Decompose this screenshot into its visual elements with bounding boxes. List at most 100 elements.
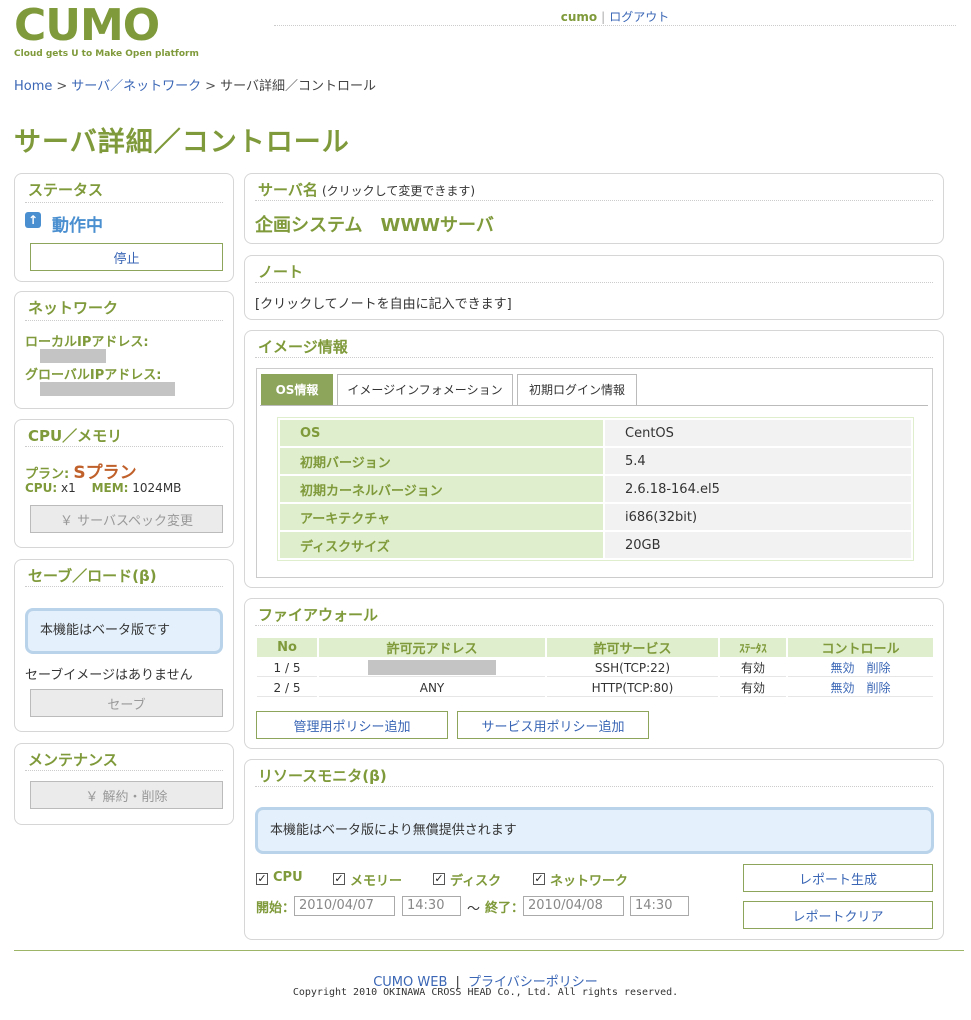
end-label: 終了： <box>485 901 525 916</box>
cpu-memory-panel: CPU／メモリ プラン: Sプラン CPU: x1 MEM: 1024MB ￥ … <box>14 419 234 548</box>
cpu-value: x1 <box>60 481 76 495</box>
rule-source: ANY <box>319 679 545 697</box>
source-masked <box>368 660 496 675</box>
status-state: 動作中 <box>52 216 103 236</box>
disable-link[interactable]: 無効 <box>830 681 854 695</box>
local-ip-masked <box>40 349 106 363</box>
start-date-input[interactable]: 2010/04/07 <box>294 896 395 916</box>
save-load-panel: セーブ／ロード(β) 本機能はベータ版です セーブイメージはありません セーブ <box>14 559 234 732</box>
server-name-title: サーバ名 <box>258 181 318 199</box>
rule-service: HTTP(TCP:80) <box>547 679 718 697</box>
stop-button[interactable]: 停止 <box>30 243 223 271</box>
arrow-up-icon: ↑ <box>25 212 41 228</box>
tab-os-info[interactable]: OS情報 <box>261 374 333 405</box>
cumo-logo[interactable]: CUMO Cloud gets U to Make Open platform <box>14 0 199 62</box>
disk-checkbox[interactable]: ✓ <box>433 873 445 885</box>
delete-link[interactable]: 削除 <box>867 661 891 675</box>
network-check-label: ネットワーク <box>550 874 629 889</box>
architecture-value: i686(32bit) <box>605 504 911 530</box>
kernel-version-value: 2.6.18-164.el5 <box>605 476 911 502</box>
end-time-input[interactable]: 14:30 <box>630 896 689 916</box>
rule-status: 有効 <box>720 679 786 697</box>
os-info-table-wrap: OS CentOS 初期バージョン 5.4 初期カーネルバージョン 2.6.18-16… <box>277 417 914 561</box>
rule-service: SSH(TCP:22) <box>547 659 718 677</box>
table-row: 2 / 5 ANY HTTP(TCP:80) 有効 無効 削除 <box>257 679 933 697</box>
image-info-frame: OS情報 イメージインフォメーション 初期ログイン情報 OS CentOS 初期バ… <box>256 368 933 578</box>
server-name-hint: (クリックして変更できます) <box>322 184 476 198</box>
add-service-policy-button[interactable]: サービス用ポリシー追加 <box>457 711 649 739</box>
firewall-table-wrap: No 許可元アドレス 許可サービス ｽﾃｰﾀｽ コントロール 1 / 5 SSH… <box>255 636 935 699</box>
user-bar: cumo | ログアウト <box>274 8 956 26</box>
network-title: ネットワーク <box>28 299 119 317</box>
note-text[interactable]: [クリックしてノートを自由に記入できます] <box>255 293 512 312</box>
note-panel: ノート [クリックしてノートを自由に記入できます] <box>244 255 944 320</box>
global-ip-masked <box>40 382 175 396</box>
disable-link[interactable]: 無効 <box>830 661 854 675</box>
logout-link[interactable]: ログアウト <box>609 10 669 24</box>
col-status: ｽﾃｰﾀｽ <box>720 638 786 657</box>
network-checkbox[interactable]: ✓ <box>533 873 545 885</box>
tab-initial-login-info[interactable]: 初期ログイン情報 <box>517 374 637 405</box>
memory-checkbox[interactable]: ✓ <box>333 873 345 885</box>
os-info-table: OS CentOS 初期バージョン 5.4 初期カーネルバージョン 2.6.18-16… <box>278 418 913 560</box>
no-save-images: セーブイメージはありません <box>25 668 193 683</box>
server-name-panel: サーバ名 (クリックして変更できます) 企画システム WWWサーバ <box>244 173 944 244</box>
rule-source <box>319 659 545 677</box>
status-title: ステータス <box>28 181 104 199</box>
spec-change-button[interactable]: ￥ サーバスペック変更 <box>30 505 223 533</box>
report-generate-button[interactable]: レポート生成 <box>743 864 933 892</box>
beta-notice: 本機能はベータ版です <box>25 608 223 654</box>
save-button[interactable]: セーブ <box>30 689 223 717</box>
cpu-check-label: CPU <box>273 870 303 885</box>
spec-row: CPU: x1 MEM: 1024MB <box>25 481 181 495</box>
server-name-header: サーバ名 (クリックして変更できます) <box>258 179 475 200</box>
tab-image-information[interactable]: イメージインフォメーション <box>337 374 513 405</box>
col-control: コントロール <box>788 638 933 657</box>
resource-beta-notice: 本機能はベータ版により無償提供されます <box>255 807 934 854</box>
resource-monitor-panel: リソースモニタ(β) 本機能はベータ版により無償提供されます ✓ CPU ✓ メ… <box>244 759 944 940</box>
start-label: 開始： <box>256 901 296 916</box>
table-row: 初期カーネルバージョン 2.6.18-164.el5 <box>280 476 911 502</box>
col-no: No <box>257 638 317 657</box>
delete-link[interactable]: 削除 <box>867 681 891 695</box>
col-service: 許可サービス <box>547 638 718 657</box>
add-admin-policy-button[interactable]: 管理用ポリシー追加 <box>256 711 448 739</box>
page-title: サーバ詳細／コントロール <box>14 127 350 158</box>
firewall-table: No 許可元アドレス 許可サービス ｽﾃｰﾀｽ コントロール 1 / 5 SSH… <box>255 636 935 699</box>
status-panel: ステータス ↑ 動作中 停止 <box>14 173 234 282</box>
cancel-delete-button[interactable]: ￥ 解約・削除 <box>30 781 223 809</box>
rule-status: 有効 <box>720 659 786 677</box>
table-header-row: No 許可元アドレス 許可サービス ｽﾃｰﾀｽ コントロール <box>257 638 933 657</box>
os-value: CentOS <box>605 420 911 446</box>
breadcrumb: Home > サーバ／ネットワーク > サーバ詳細／コントロール <box>14 79 376 94</box>
maintenance-title: メンテナンス <box>28 751 118 769</box>
breadcrumb-current: サーバ詳細／コントロール <box>220 79 376 94</box>
firewall-panel: ファイアウォール No 許可元アドレス 許可サービス ｽﾃｰﾀｽ コントロール … <box>244 598 944 749</box>
cpu-checkbox[interactable]: ✓ <box>256 873 268 885</box>
start-time-input[interactable]: 14:30 <box>402 896 461 916</box>
server-name-value[interactable]: 企画システム WWWサーバ <box>255 211 494 237</box>
rule-control: 無効 削除 <box>788 679 933 697</box>
logo-text: CUMO <box>14 0 160 51</box>
firewall-title: ファイアウォール <box>258 606 379 624</box>
note-title: ノート <box>258 263 304 281</box>
disk-check-label: ディスク <box>450 874 502 889</box>
footer-divider <box>14 950 964 951</box>
report-clear-button[interactable]: レポートクリア <box>743 901 933 929</box>
copyright: Copyright 2010 OKINAWA CROSS HEAD Co., L… <box>292 987 679 998</box>
end-date-input[interactable]: 2010/04/08 <box>523 896 624 916</box>
os-key: OS <box>280 420 603 446</box>
breadcrumb-home[interactable]: Home <box>14 79 52 94</box>
image-info-panel: イメージ情報 OS情報 イメージインフォメーション 初期ログイン情報 OS Cen… <box>244 330 944 588</box>
disk-size-key: ディスクサイズ <box>280 532 603 558</box>
network-panel: ネットワーク ローカルIPアドレス: グローバルIPアドレス: <box>14 291 234 409</box>
kernel-version-key: 初期カーネルバージョン <box>280 476 603 502</box>
logo-tagline: Cloud gets U to Make Open platform <box>14 49 199 59</box>
rule-no: 1 / 5 <box>257 659 317 677</box>
memory-check-label: メモリー <box>350 874 403 889</box>
breadcrumb-server-network[interactable]: サーバ／ネットワーク <box>71 79 201 94</box>
col-source-address: 許可元アドレス <box>319 638 545 657</box>
image-info-title: イメージ情報 <box>258 338 348 356</box>
plan-value: Sプラン <box>73 463 137 483</box>
maintenance-panel: メンテナンス ￥ 解約・削除 <box>14 743 234 825</box>
